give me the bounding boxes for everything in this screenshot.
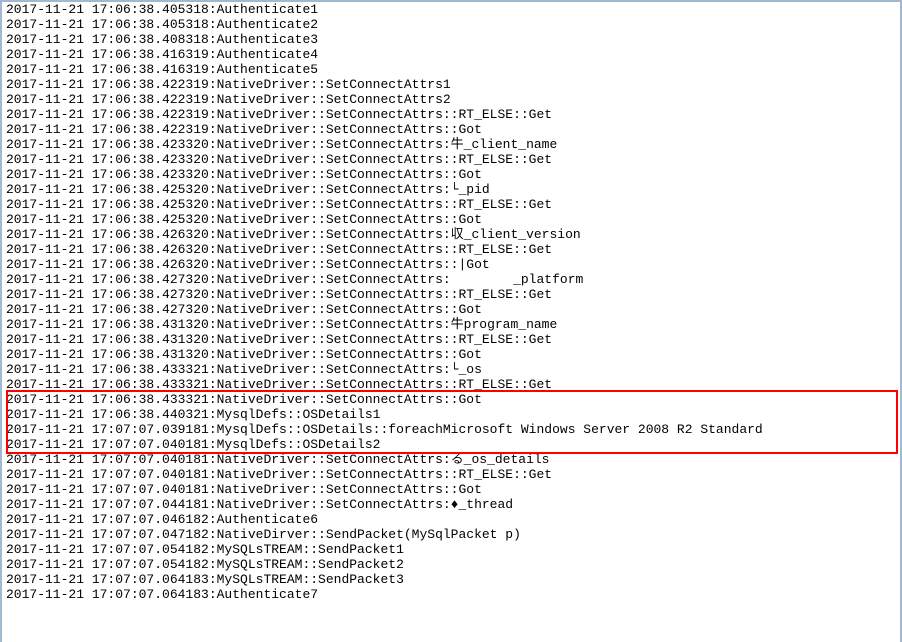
log-line: 2017-11-21 17:06:38.416319:Authenticate5 [6, 62, 896, 77]
log-line: 2017-11-21 17:07:07.054182:MySQLsTREAM::… [6, 542, 896, 557]
log-line: 2017-11-21 17:06:38.423320:NativeDriver:… [6, 167, 896, 182]
log-line: 2017-11-21 17:07:07.040181:NativeDriver:… [6, 482, 896, 497]
log-line: 2017-11-21 17:07:07.040181:NativeDriver:… [6, 452, 896, 467]
log-line: 2017-11-21 17:06:38.408318:Authenticate3 [6, 32, 896, 47]
log-line: 2017-11-21 17:07:07.064183:MySQLsTREAM::… [6, 572, 896, 587]
log-line: 2017-11-21 17:06:38.426320:NativeDriver:… [6, 227, 896, 242]
log-line: 2017-11-21 17:06:38.405318:Authenticate2 [6, 17, 896, 32]
log-line: 2017-11-21 17:06:38.422319:NativeDriver:… [6, 107, 896, 122]
log-line: 2017-11-21 17:06:38.426320:NativeDriver:… [6, 242, 896, 257]
log-line: 2017-11-21 17:07:07.046182:Authenticate6 [6, 512, 896, 527]
log-line: 2017-11-21 17:06:38.422319:NativeDriver:… [6, 92, 896, 107]
log-line: 2017-11-21 17:07:07.044181:NativeDriver:… [6, 497, 896, 512]
log-line: 2017-11-21 17:06:38.426320:NativeDriver:… [6, 257, 896, 272]
log-line: 2017-11-21 17:07:07.039181:MysqlDefs::OS… [6, 422, 896, 437]
log-line: 2017-11-21 17:07:07.040181:NativeDriver:… [6, 467, 896, 482]
log-line: 2017-11-21 17:06:38.405318:Authenticate1 [6, 2, 896, 17]
log-line: 2017-11-21 17:06:38.416319:Authenticate4 [6, 47, 896, 62]
log-line: 2017-11-21 17:06:38.423320:NativeDriver:… [6, 152, 896, 167]
log-line: 2017-11-21 17:06:38.431320:NativeDriver:… [6, 317, 896, 332]
log-line: 2017-11-21 17:06:38.427320:NativeDriver:… [6, 302, 896, 317]
log-container: 2017-11-21 17:06:38.405318:Authenticate1… [6, 2, 896, 602]
log-line: 2017-11-21 17:06:38.425320:NativeDriver:… [6, 197, 896, 212]
log-line: 2017-11-21 17:06:38.423320:NativeDriver:… [6, 137, 896, 152]
log-line: 2017-11-21 17:07:07.064183:Authenticate7 [6, 587, 896, 602]
log-line: 2017-11-21 17:07:07.054182:MySQLsTREAM::… [6, 557, 896, 572]
log-line: 2017-11-21 17:06:38.440321:MysqlDefs::OS… [6, 407, 896, 422]
log-line: 2017-11-21 17:06:38.425320:NativeDriver:… [6, 212, 896, 227]
log-line: 2017-11-21 17:06:38.422319:NativeDriver:… [6, 77, 896, 92]
log-viewer[interactable]: 2017-11-21 17:06:38.405318:Authenticate1… [0, 0, 902, 642]
log-line: 2017-11-21 17:06:38.422319:NativeDriver:… [6, 122, 896, 137]
log-line: 2017-11-21 17:06:38.425320:NativeDriver:… [6, 182, 896, 197]
log-line: 2017-11-21 17:06:38.427320:NativeDriver:… [6, 272, 896, 287]
log-line: 2017-11-21 17:06:38.431320:NativeDriver:… [6, 347, 896, 362]
log-line: 2017-11-21 17:06:38.433321:NativeDriver:… [6, 362, 896, 377]
log-line: 2017-11-21 17:06:38.433321:NativeDriver:… [6, 377, 896, 392]
log-line: 2017-11-21 17:07:07.040181:MysqlDefs::OS… [6, 437, 896, 452]
log-line: 2017-11-21 17:06:38.431320:NativeDriver:… [6, 332, 896, 347]
log-line: 2017-11-21 17:07:07.047182:NativeDirver:… [6, 527, 896, 542]
log-line: 2017-11-21 17:06:38.433321:NativeDriver:… [6, 392, 896, 407]
log-line: 2017-11-21 17:06:38.427320:NativeDriver:… [6, 287, 896, 302]
